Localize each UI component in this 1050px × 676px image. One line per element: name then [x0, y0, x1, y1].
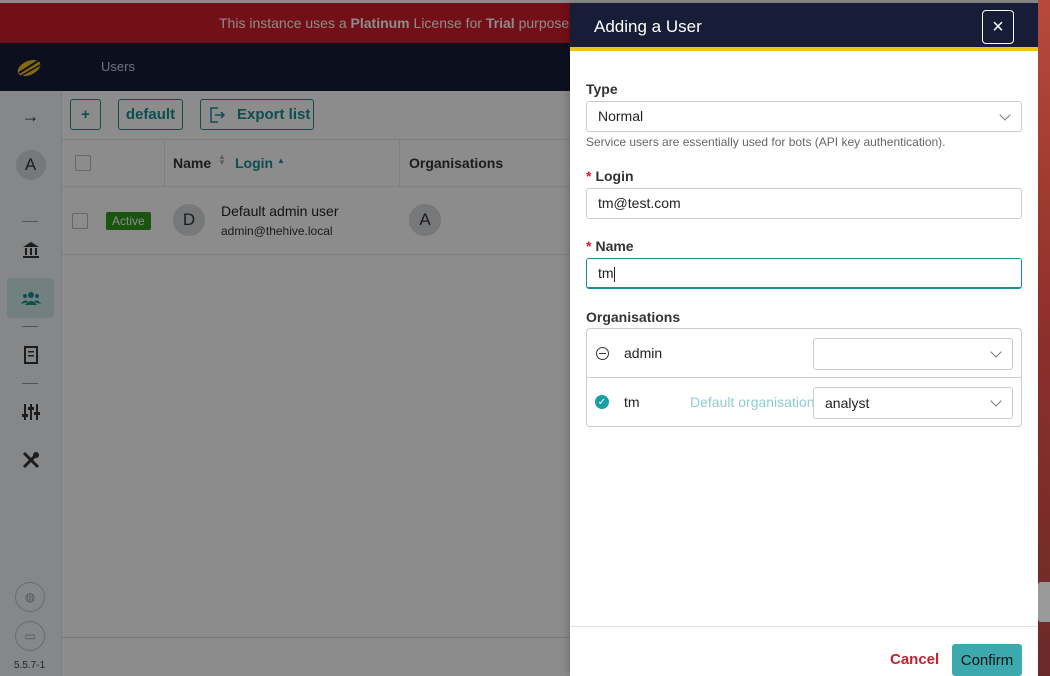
profile-select[interactable] — [813, 338, 1013, 370]
profile-value: analyst — [825, 395, 870, 411]
organisations-list: admin ✓ tm Default organisation analyst — [586, 328, 1022, 427]
name-input[interactable]: tm — [586, 258, 1022, 289]
app-window: This instance uses a Platinum License fo… — [0, 0, 1038, 676]
org-name: tm — [624, 394, 640, 410]
cancel-button[interactable]: Cancel — [890, 651, 939, 668]
type-select[interactable]: Normal — [586, 101, 1022, 132]
close-button[interactable]: × — [982, 10, 1014, 44]
desktop-background — [1038, 0, 1050, 676]
login-label-text: Login — [595, 168, 634, 184]
name-label: * Name — [586, 238, 634, 254]
chevron-down-icon — [999, 109, 1011, 121]
type-label: Type — [586, 81, 618, 97]
name-label-text: Name — [595, 238, 634, 254]
default-org-label: Default organisation — [690, 394, 813, 410]
type-hint: Service users are essentially used for b… — [586, 135, 946, 149]
remove-circle-icon[interactable] — [596, 347, 609, 360]
required-mark: * — [586, 238, 592, 254]
login-input[interactable]: tm@test.com — [586, 188, 1022, 219]
chevron-down-icon — [990, 346, 1002, 358]
login-label: * Login — [586, 168, 634, 184]
chevron-down-icon — [990, 395, 1002, 407]
check-circle-icon[interactable]: ✓ — [595, 395, 609, 409]
close-icon: × — [992, 15, 1004, 38]
type-value: Normal — [598, 108, 644, 124]
org-name: admin — [624, 345, 663, 361]
name-value: tm — [598, 265, 614, 281]
text-cursor — [613, 266, 615, 282]
desktop-widget — [1038, 582, 1050, 622]
organisations-label: Organisations — [586, 309, 681, 325]
drawer-header: Adding a User × — [570, 3, 1038, 51]
org-row-tm[interactable]: ✓ tm Default organisation analyst — [587, 378, 1021, 427]
add-user-drawer: Adding a User × Type Normal Service user… — [570, 3, 1038, 676]
org-row-admin[interactable]: admin — [587, 329, 1021, 378]
confirm-button[interactable]: Confirm — [952, 644, 1022, 676]
profile-select[interactable]: analyst — [813, 387, 1013, 419]
drawer-footer: Cancel Confirm — [570, 626, 1038, 676]
required-mark: * — [586, 168, 592, 184]
drawer-title: Adding a User — [594, 17, 702, 36]
